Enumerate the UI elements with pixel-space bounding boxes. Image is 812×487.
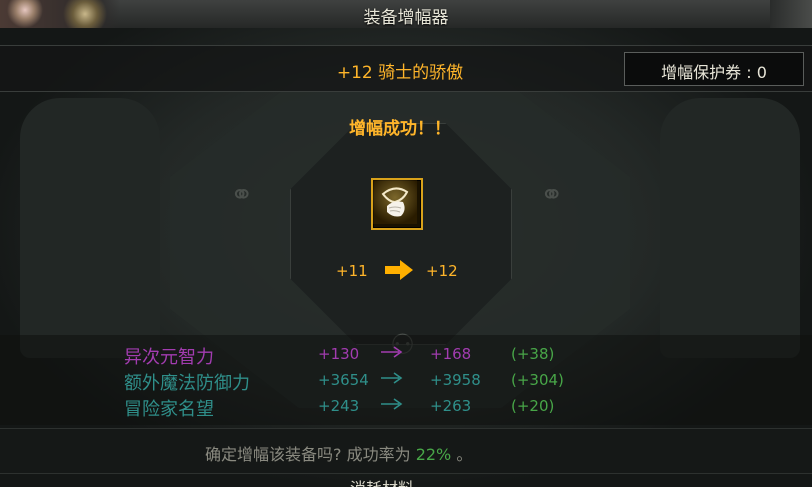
- stat-old-value: +130: [318, 345, 360, 363]
- stat-row: 冒险家名望 +243 +263 (+20): [0, 395, 812, 420]
- success-rate: 22%: [415, 445, 452, 464]
- stat-arrow-icon: [381, 346, 403, 358]
- consume-material-label: 消耗材料: [350, 476, 460, 487]
- confirm-prompt: 确定增幅该装备吗? 成功率为 22% 。: [205, 441, 472, 465]
- stat-row: 异次元智力 +130 +168 (+38): [0, 343, 812, 368]
- stat-name: 额外魔法防御力: [124, 373, 250, 394]
- protection-ticket-label: 增幅保护券 : 0: [661, 63, 767, 82]
- stat-change-panel: 异次元智力 +130 +168 (+38) 额外魔法防御力 +3654 +395…: [0, 335, 812, 425]
- level-to: +12: [426, 262, 458, 280]
- stat-row: 额外魔法防御力 +3654 +3958 (+304): [0, 369, 812, 394]
- stat-old-value: +243: [318, 397, 360, 415]
- title-bar: 装备增幅器: [0, 0, 812, 29]
- level-from: +11: [336, 262, 368, 280]
- stat-name: 冒险家名望: [124, 399, 214, 420]
- right-statue-decoration: [660, 98, 800, 358]
- stat-arrow-icon: [381, 372, 403, 384]
- left-statue-decoration: [20, 98, 160, 358]
- stat-diff-value: (+38): [511, 345, 555, 363]
- rune-glyph-left: ⚭: [230, 178, 254, 211]
- confirm-suffix: 。: [456, 445, 473, 464]
- angel-wing-necklace-icon[interactable]: [371, 178, 423, 230]
- stat-new-value: +168: [430, 345, 472, 363]
- protection-ticket-box: 增幅保护券 : 0: [624, 52, 804, 86]
- item-name-label: +12 骑士的骄傲: [336, 63, 464, 83]
- confirm-text: 确定增幅该装备吗? 成功率为: [205, 445, 411, 464]
- window-corner-decoration: [770, 0, 812, 28]
- stat-name: 异次元智力: [124, 347, 214, 368]
- stat-arrow-icon: [381, 398, 403, 410]
- success-message: 增幅成功！！: [349, 119, 451, 139]
- rune-glyph-right: ⚭: [540, 178, 564, 211]
- stat-new-value: +3958: [430, 371, 481, 389]
- stat-diff-value: (+20): [511, 397, 555, 415]
- stat-diff-value: (+304): [511, 371, 564, 389]
- stat-old-value: +3654: [318, 371, 369, 389]
- stat-new-value: +263: [430, 397, 472, 415]
- window-title: 装备增幅器: [363, 8, 449, 28]
- arrow-right-icon: [384, 259, 414, 285]
